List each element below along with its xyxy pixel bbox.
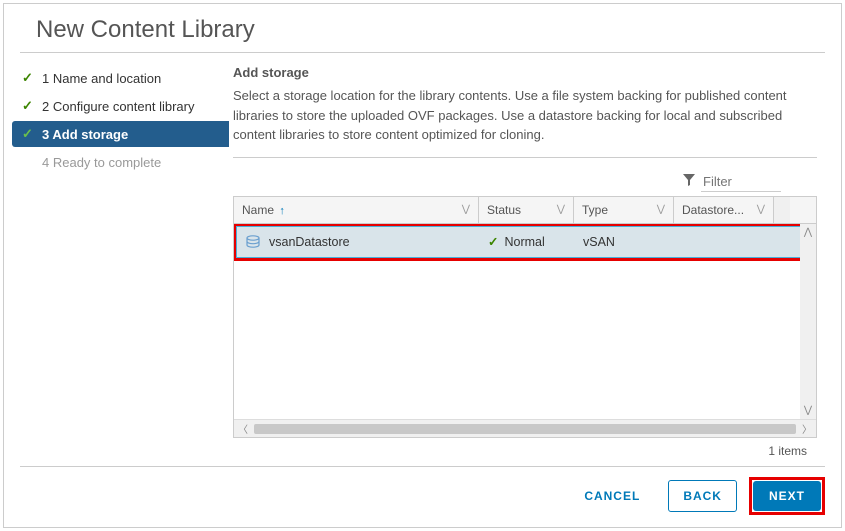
chevron-down-icon[interactable]: ⋁ [657, 204, 665, 215]
cell-type: vSAN [583, 235, 615, 249]
datastore-grid: Name ↑ ⋁ Status ⋁ Type ⋁ Datastore. [233, 196, 817, 439]
scroll-up-icon[interactable]: ⋀ [804, 227, 812, 238]
scroll-down-icon[interactable]: ⋁ [804, 405, 812, 416]
step-ready-to-complete: ✓ 4 Ready to complete [12, 149, 229, 175]
scroll-right-icon[interactable]: 〉 [802, 421, 812, 436]
column-label: Status [487, 203, 521, 217]
step-label: 2 Configure content library [42, 99, 194, 114]
column-header-datastore-cluster[interactable]: Datastore... ⋁ [674, 197, 774, 223]
dialog-title: New Content Library [20, 4, 825, 53]
grid-body: vsanDatastore ✓ Normal vSAN ⋀ ⋁ [234, 224, 816, 420]
new-content-library-dialog: New Content Library ✓ 1 Name and locatio… [3, 3, 842, 528]
scroll-left-icon[interactable]: 〈 [238, 421, 248, 436]
step-label: 1 Name and location [42, 71, 161, 86]
dialog-footer: CANCEL BACK NEXT [20, 466, 825, 527]
column-header-name[interactable]: Name ↑ ⋁ [234, 197, 479, 223]
scroll-thumb[interactable] [254, 424, 796, 434]
step-name-and-location[interactable]: ✓ 1 Name and location [12, 65, 229, 91]
cell-name: vsanDatastore [269, 235, 350, 249]
column-header-status[interactable]: Status ⋁ [479, 197, 574, 223]
dialog-body: ✓ 1 Name and location ✓ 2 Configure cont… [4, 53, 841, 460]
check-icon: ✓ [22, 98, 38, 114]
check-icon: ✓ [22, 70, 38, 86]
vertical-scrollbar[interactable]: ⋀ ⋁ [800, 224, 816, 420]
main-panel: Add storage Select a storage location fo… [229, 53, 841, 460]
cancel-button[interactable]: CANCEL [570, 481, 654, 511]
divider [233, 157, 817, 158]
status-normal-icon: ✓ [488, 234, 498, 249]
filter-input[interactable] [701, 172, 781, 192]
step-configure-content-library[interactable]: ✓ 2 Configure content library [12, 93, 229, 119]
filter-row [233, 168, 817, 196]
step-label: 3 Add storage [42, 127, 128, 142]
column-label: Datastore... [682, 203, 744, 217]
back-button[interactable]: BACK [668, 480, 737, 512]
wizard-sidebar: ✓ 1 Name and location ✓ 2 Configure cont… [4, 53, 229, 460]
chevron-down-icon[interactable]: ⋁ [557, 204, 565, 215]
next-button-highlight: NEXT [751, 479, 823, 513]
column-label: Type [582, 203, 608, 217]
filter-icon[interactable] [683, 174, 695, 189]
section-description: Select a storage location for the librar… [233, 86, 817, 145]
sort-asc-icon: ↑ [279, 205, 285, 217]
grid-footer-count: 1 items [233, 438, 817, 460]
horizontal-scrollbar[interactable]: 〈 〉 [234, 419, 816, 437]
table-row[interactable]: vsanDatastore ✓ Normal vSAN [235, 225, 815, 259]
cell-status: Normal [504, 235, 544, 249]
column-header-type[interactable]: Type ⋁ [574, 197, 674, 223]
column-label: Name [242, 203, 274, 217]
column-scroll-spacer [774, 197, 790, 223]
section-title: Add storage [233, 65, 817, 80]
check-icon: ✓ [22, 126, 38, 142]
chevron-down-icon[interactable]: ⋁ [757, 204, 765, 215]
step-label: 4 Ready to complete [42, 155, 161, 170]
chevron-down-icon[interactable]: ⋁ [462, 204, 470, 215]
grid-header: Name ↑ ⋁ Status ⋁ Type ⋁ Datastore. [234, 197, 816, 224]
step-add-storage[interactable]: ✓ 3 Add storage [12, 121, 229, 147]
next-button[interactable]: NEXT [753, 481, 821, 511]
datastore-icon [245, 235, 261, 249]
